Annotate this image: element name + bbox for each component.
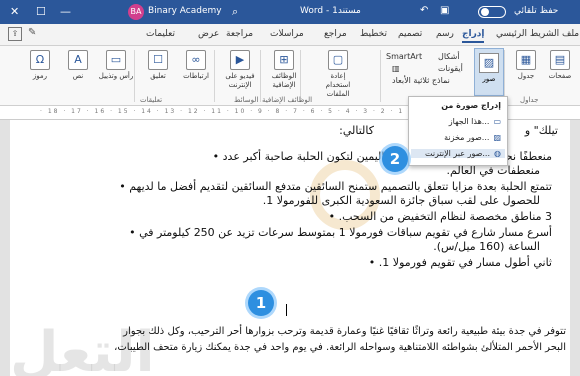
tab-help[interactable]: تعليمات [146,29,175,39]
stock-images-label: صور مخزنة... [444,133,490,142]
chart-button[interactable]: ▥ [392,64,400,73]
stock-images-icon: ▨ [493,133,501,142]
online-video-button[interactable]: ▶ فيديو على الإنترنت [220,48,260,96]
this-device-item[interactable]: هذا الجهاز... ▭ [449,117,501,126]
pages-icon: ▤ [550,50,570,70]
globe-icon: ◍ [494,149,501,158]
save-icon[interactable]: ▣ [440,5,449,16]
header-footer-icon: ▭ [106,50,126,70]
table-label: جدول [517,72,535,80]
this-device-label: هذا الجهاز... [448,117,490,126]
callout-1: 1 [248,290,274,316]
header-footer-button[interactable]: ▭ رأس وتذييل [96,48,136,96]
comment-label: تعليق [150,72,166,80]
tab-references[interactable]: مراجع [324,29,347,39]
table-icon: ▦ [516,50,536,70]
stock-images-item[interactable]: صور مخزنة... ▨ [444,133,501,142]
maximize-icon[interactable]: ☐ [36,3,46,21]
icons-button[interactable]: أيقونات [438,64,463,73]
pictures-label: صور [482,75,496,83]
symbols-label: رموز [32,72,48,80]
document-title: Word - مستند1 [300,6,361,16]
group-comments-label: تعليقات [140,96,163,104]
symbols-button[interactable]: Ω رموز [20,48,60,96]
doc-bullet-4: أسرع مسار شارع في تقويم سباقات فورمولا 1… [129,226,552,239]
addins-label: الوظائف الإضافية [271,72,297,89]
text-icon: A [68,50,88,70]
tab-home[interactable]: الشريط الرئيسي [496,29,559,39]
text-button[interactable]: A نص [58,48,98,96]
title-bar: ✕ ☐ — BA Binary Academy ⌕ Word - مستند1 … [0,0,580,24]
avatar[interactable]: BA [128,4,144,20]
links-label: ارتباطات [183,72,209,80]
autosave-label: حفظ تلقائي [514,6,559,16]
table-button[interactable]: ▦ جدول [506,48,546,96]
share-icon[interactable]: ⇪ [8,27,22,41]
doc-line-intro: كالتالي: [339,124,374,137]
doc-line-cont-4: الساعة (160 ميل/س). [433,240,540,253]
online-pictures-item[interactable]: صور عبر الإنترنت... ◍ [411,149,505,158]
addins-button[interactable]: ⊞ الوظائف الإضافية [264,48,304,96]
callout-2: 2 [382,146,408,172]
video-icon: ▶ [230,50,250,70]
pages-button[interactable]: ▤ صفحات [540,48,580,96]
comment-button[interactable]: ☐ تعليق [138,48,178,96]
comment-icon: ☐ [148,50,168,70]
group-media-label: الوسائط [234,96,259,104]
tab-review[interactable]: مراجعة [226,29,253,39]
links-button[interactable]: ∞ ارتباطات [176,48,216,96]
pictures-button[interactable]: ▨ صور [474,48,504,96]
addins-icon: ⊞ [274,50,294,70]
reuse-files-label: إعادة استخدام الملفات [325,72,351,98]
user-name: Binary Academy [148,6,222,16]
3d-models-button[interactable]: نماذج ثلاثية الأبعاد [392,76,450,85]
group-addins-label: الوظائف الإضافية [262,96,313,104]
doc-paragraph-2: البحر الأحمر المتلألئ بشواطئه اللامتناهي… [114,342,566,353]
online-video-label: فيديو على الإنترنت [225,72,255,89]
pages-label: صفحات [548,72,572,80]
doc-bullet-5: ثاني أطول مسار في تقويم فورمولا 1. [369,256,552,269]
text-label: نص [72,72,84,80]
comments-icon[interactable]: ✎ [28,27,36,38]
tab-file[interactable]: ملف [562,29,579,39]
undo-icon[interactable]: ↶ [420,5,428,16]
toggle-knob [481,8,489,16]
ribbon-tabs: ⇪ ✎ ملف الشريط الرئيسي إدراج رسم تصميم ت… [0,24,580,46]
doc-bullet-2: تتمتع الحلبة بعدة مزايا تتعلق بالتصميم س… [119,180,552,193]
tab-mailings[interactable]: مراسلات [270,29,304,39]
doc-bullet-3: 3 مناطق مخصصة لنظام التخفيض من السحب. [329,210,552,223]
tab-view[interactable]: عرض [198,29,219,39]
tab-draw[interactable]: رسم [436,29,454,39]
shapes-button[interactable]: أشكال [438,52,460,61]
reuse-files-button[interactable]: ▢ إعادة استخدام الملفات [318,48,358,98]
doc-paragraph-1: تتوفر في جدة بيئة طبيعية رائعة وتراثًا ث… [123,326,566,337]
ribbon-separator [260,50,261,102]
tab-design[interactable]: تصميم [398,29,422,39]
text-cursor [286,304,287,316]
header-footer-label: رأس وتذييل [98,72,134,80]
group-tables-label: جداول [520,96,539,104]
online-pictures-label: صور عبر الإنترنت... [424,149,491,158]
reuse-files-icon: ▢ [328,50,348,70]
minimize-icon[interactable]: — [60,3,71,21]
ribbon-separator [380,50,381,102]
doc-line-intro-left: تيلك" و [524,124,558,137]
insert-picture-dropdown: إدراج صورة من هذا الجهاز... ▭ صور مخزنة..… [408,96,508,166]
computer-icon: ▭ [493,117,501,126]
link-icon: ∞ [186,50,206,70]
omega-icon: Ω [30,50,50,70]
close-icon[interactable]: ✕ [10,3,19,21]
picture-icon: ▨ [479,53,499,73]
dropdown-title: إدراج صورة من [441,101,501,110]
autosave-toggle[interactable] [478,6,506,18]
tab-layout[interactable]: تخطيط [360,29,387,39]
doc-line-cont-2: للحصول على لقب سباق جائزة السعودية الكبر… [262,194,540,207]
tab-insert[interactable]: إدراج [462,29,485,43]
smartart-button[interactable]: SmartArt [386,52,422,61]
search-icon[interactable]: ⌕ [232,5,238,19]
ribbon-separator [504,50,505,102]
